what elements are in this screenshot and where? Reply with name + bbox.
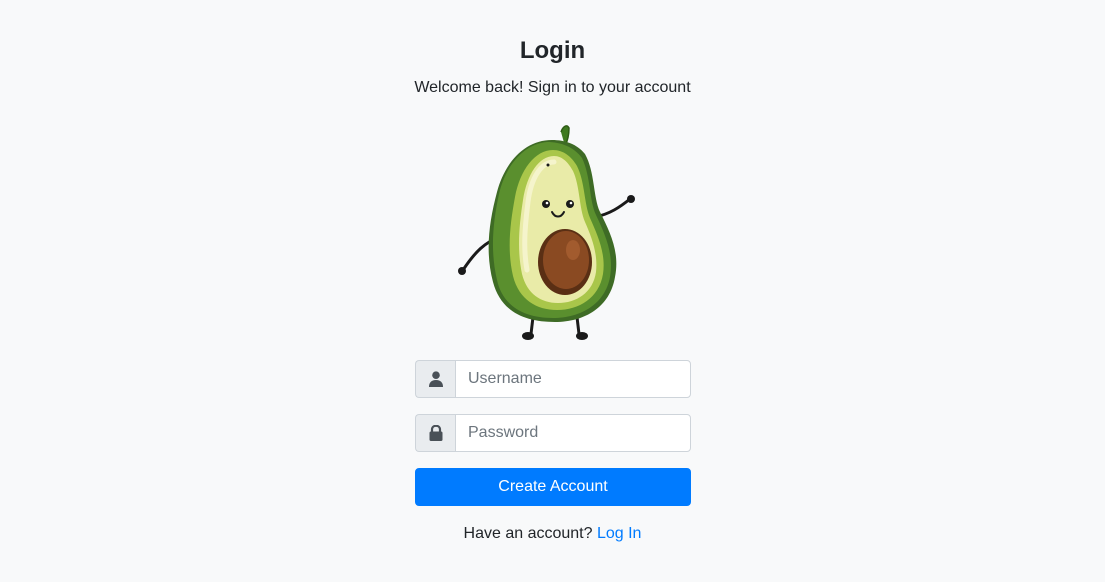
login-page: Login Welcome back! Sign in to your acco…	[0, 0, 1105, 582]
password-group	[415, 414, 691, 452]
password-input[interactable]	[455, 414, 691, 452]
avocado-mascot-icon	[458, 125, 635, 340]
login-link[interactable]: Log In	[597, 525, 641, 542]
page-subtitle: Welcome back! Sign in to your account	[414, 79, 691, 96]
create-account-button[interactable]: Create Account	[415, 468, 691, 506]
login-prompt: Have an account? Log In	[0, 524, 1105, 544]
lock-icon	[415, 414, 455, 452]
page-title: Login	[519, 37, 586, 64]
login-prompt-text: Have an account?	[463, 525, 593, 542]
username-group	[415, 360, 691, 398]
user-icon	[415, 360, 455, 398]
username-input[interactable]	[455, 360, 691, 398]
